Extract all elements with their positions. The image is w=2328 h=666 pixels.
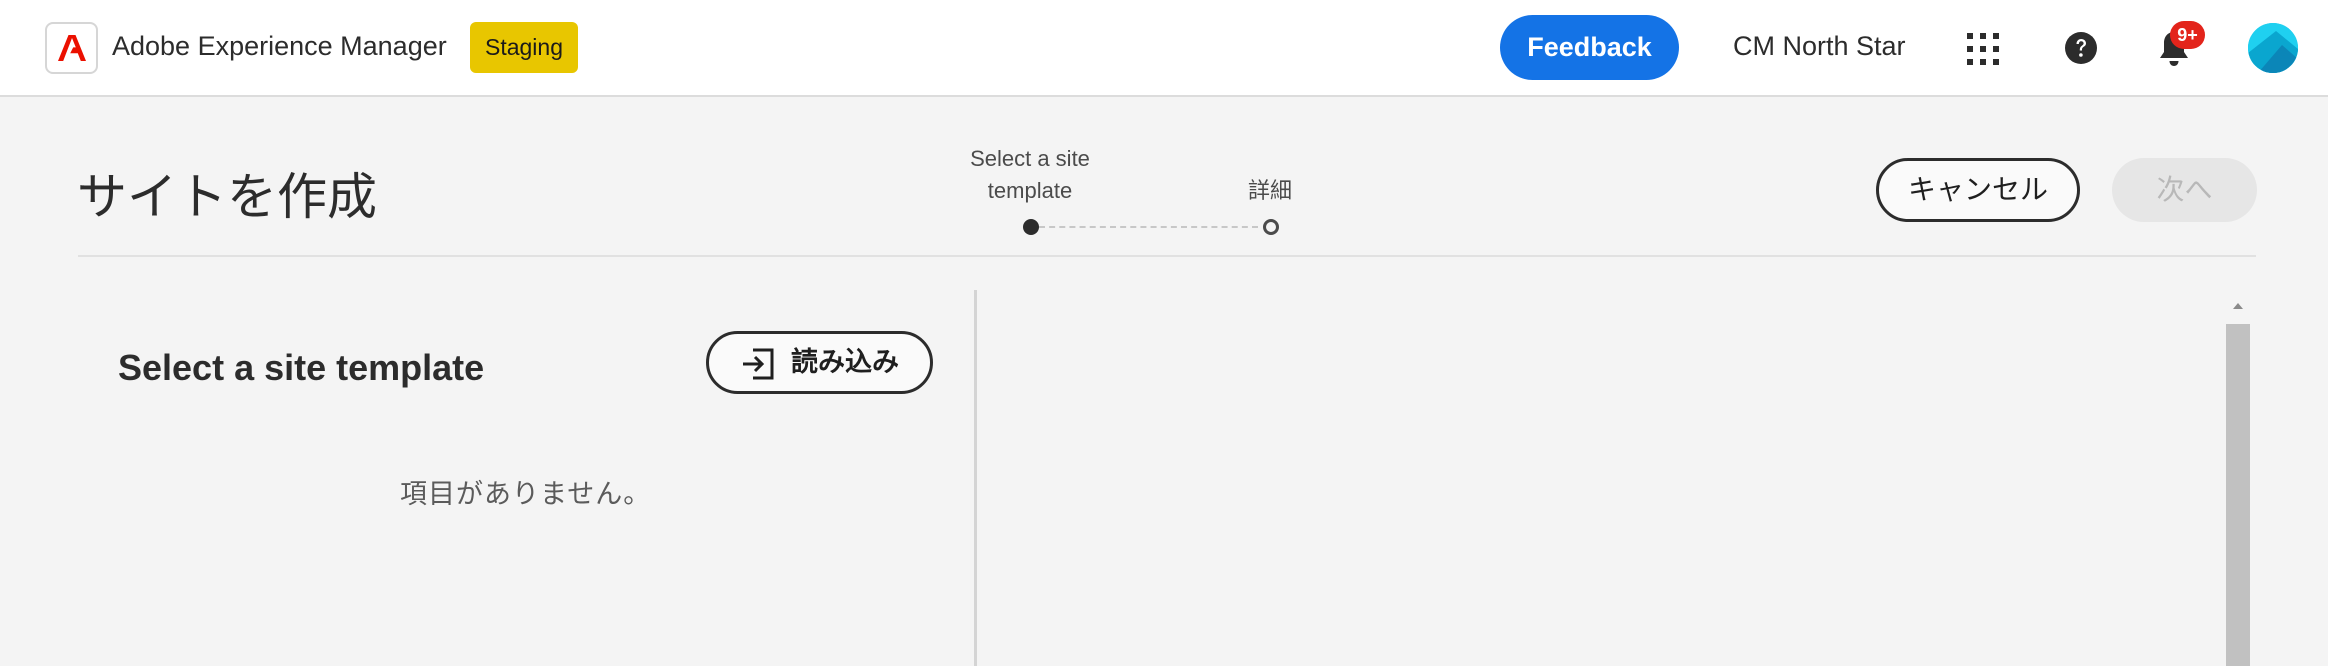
- step-1-label: Select a site template: [950, 143, 1110, 207]
- avatar-image: [2248, 23, 2298, 73]
- apps-grid-icon[interactable]: [1966, 32, 2000, 66]
- adobe-logo[interactable]: [45, 22, 98, 74]
- step-connector: [1039, 226, 1258, 228]
- adobe-logo-icon: [58, 35, 86, 61]
- header-divider: [78, 255, 2256, 257]
- scrollbar-thumb[interactable]: [2226, 324, 2250, 666]
- step-2-dot: [1263, 219, 1279, 235]
- step-2-label: 詳細: [1247, 178, 1292, 203]
- feedback-button[interactable]: Feedback: [1500, 15, 1679, 80]
- scroll-up-arrow-icon[interactable]: [2228, 296, 2248, 316]
- page-title: サイトを作成: [77, 169, 377, 225]
- help-icon[interactable]: [2064, 31, 2098, 65]
- notification-count-badge: 9+: [2170, 21, 2205, 49]
- step-1-dot: [1023, 219, 1039, 235]
- step-1-label-line2: template: [987, 178, 1073, 203]
- import-button[interactable]: 読み込み: [706, 331, 933, 394]
- environment-badge: Staging: [470, 22, 578, 73]
- import-label: 読み込み: [791, 347, 899, 377]
- panel-divider: [974, 290, 977, 666]
- next-button[interactable]: 次へ: [2112, 158, 2257, 222]
- panel-title: Select a site template: [118, 347, 485, 388]
- cancel-button[interactable]: キャンセル: [1876, 158, 2080, 222]
- step-1-label-line1: Select a site: [970, 146, 1090, 171]
- avatar[interactable]: [2248, 23, 2298, 73]
- org-switcher[interactable]: CM North Star: [1733, 31, 1906, 62]
- app-title: Adobe Experience Manager: [112, 31, 447, 61]
- import-icon: [743, 348, 774, 380]
- top-shell-bar: Adobe Experience Manager Staging Feedbac…: [0, 0, 2328, 97]
- empty-state-message: 項目がありません。: [400, 479, 652, 509]
